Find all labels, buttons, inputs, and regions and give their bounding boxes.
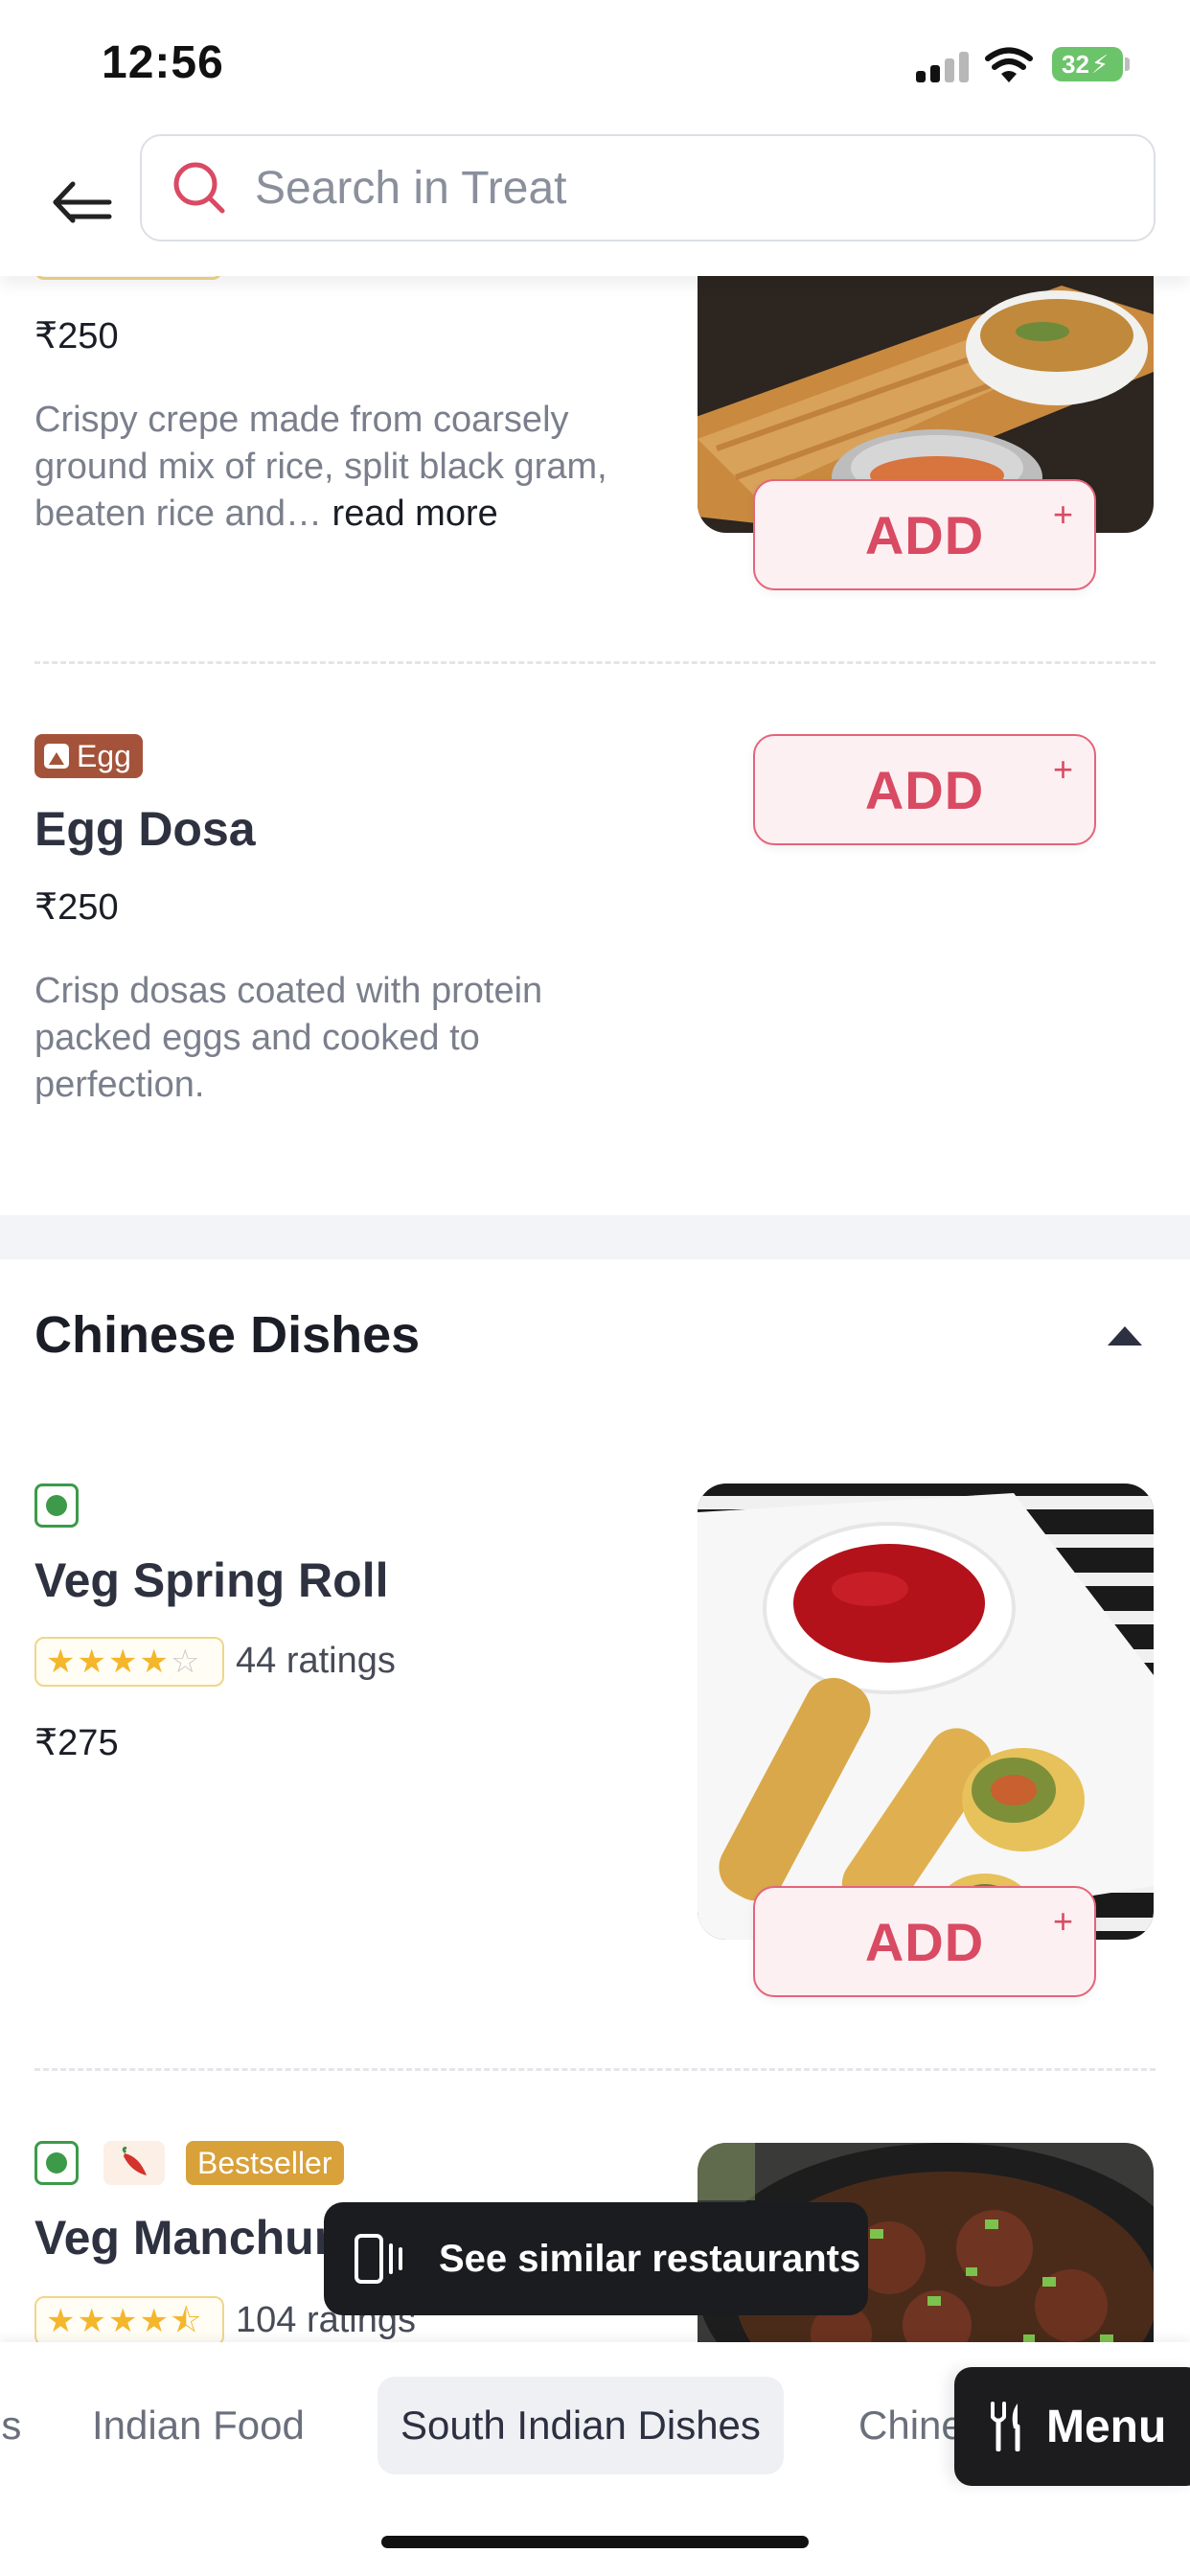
similar-restaurants-toast[interactable]: See similar restaurants — [324, 2202, 868, 2315]
star-icon: ★ — [107, 1644, 138, 1680]
search-header: Search in Treat — [0, 134, 1190, 276]
section-separator — [0, 1215, 1190, 1259]
back-button[interactable] — [42, 163, 121, 242]
search-input[interactable]: Search in Treat — [140, 134, 1156, 242]
status-time: 12:56 — [102, 37, 224, 88]
add-button[interactable]: ADD + — [753, 734, 1096, 845]
section-title: Chinese Dishes — [34, 1306, 421, 1364]
spring-roll-image — [698, 1484, 1154, 1940]
veg-icon — [34, 1484, 79, 1528]
star-icon: ★ — [46, 2303, 76, 2339]
category-tab-south-indian-dishes[interactable]: South Indian Dishes — [378, 2377, 784, 2474]
section-header[interactable]: Chinese Dishes — [0, 1259, 1190, 1403]
bestseller-badge: Bestseller — [186, 2141, 344, 2185]
home-indicator — [381, 2536, 809, 2548]
wifi-icon — [985, 46, 1033, 89]
star-icon: ★ — [107, 2303, 138, 2339]
add-label: ADD — [864, 1911, 985, 1972]
ratings-count: 44 ratings — [236, 1641, 396, 1681]
star-icon: ★ — [77, 2303, 106, 2339]
dish-price: ₹250 — [34, 316, 119, 356]
collapse-chevron-icon[interactable] — [1108, 1326, 1142, 1346]
star-icon: ★ — [46, 1644, 76, 1680]
egg-tag-label: Egg — [77, 738, 131, 773]
star-icon: ★ — [77, 1644, 106, 1680]
category-tab[interactable]: os — [0, 2377, 21, 2474]
star-icon: ★ — [139, 1644, 169, 1680]
search-placeholder: Search in Treat — [255, 162, 567, 214]
dish-price: ₹275 — [34, 1723, 119, 1763]
battery-level: 32 — [1062, 49, 1089, 79]
star-half-icon: ⯪ — [170, 2303, 202, 2339]
add-button[interactable]: ADD + — [753, 1886, 1096, 1997]
plus-icon: + — [1052, 494, 1073, 534]
rating-stars: ★ ★ ★ ★ ⯪ — [34, 2296, 224, 2346]
menu-label: Menu — [1046, 2401, 1167, 2452]
toast-label: See similar restaurants — [439, 2237, 861, 2280]
dish-description: Crisp dosas coated with protein packed e… — [34, 971, 543, 1105]
add-button[interactable]: ADD + — [753, 479, 1096, 590]
egg-icon — [44, 744, 69, 769]
battery-icon: 32 ⚡ — [1052, 47, 1123, 81]
spicy-chilli-icon — [103, 2141, 165, 2185]
star-icon: ★ — [139, 2303, 169, 2339]
rating-stars: ★ ★ ★ ★ ☆ — [34, 1637, 224, 1687]
battery-tip — [1125, 58, 1130, 71]
egg-tag: Egg — [34, 734, 143, 778]
add-label: ADD — [864, 504, 985, 565]
dish-description-text: Crispy crepe made from coarsely ground m… — [34, 400, 607, 534]
search-icon — [173, 162, 225, 214]
back-arrow-icon — [53, 181, 112, 223]
veg-icon — [34, 2141, 79, 2185]
dish-name: Egg Dosa — [34, 802, 256, 856]
dish-description: Crispy crepe made from coarsely ground m… — [34, 397, 667, 538]
category-tab-indian-food[interactable]: Indian Food — [92, 2377, 305, 2474]
add-label: ADD — [864, 759, 985, 820]
read-more-link[interactable]: read more — [332, 494, 498, 534]
menu-button[interactable]: Menu — [954, 2367, 1190, 2486]
dish-price: ₹250 — [34, 887, 119, 928]
item-divider — [34, 2068, 1156, 2071]
plus-icon: + — [1052, 1901, 1073, 1941]
plus-icon: + — [1052, 749, 1073, 789]
phone-vibrate-icon — [355, 2234, 402, 2284]
dish-name: Veg Spring Roll — [34, 1553, 389, 1607]
cutlery-icon — [991, 2402, 1020, 2451]
star-outline-icon: ☆ — [170, 1644, 200, 1680]
item-divider — [34, 661, 1156, 664]
cellular-signal-icon — [916, 52, 970, 82]
